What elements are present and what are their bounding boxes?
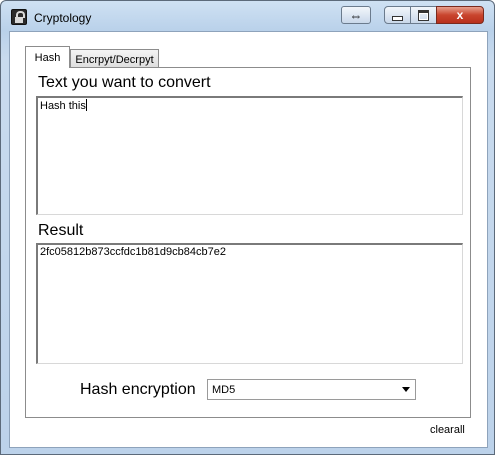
clearall-link[interactable]: clearall xyxy=(430,424,465,436)
hash-algorithm-label: Hash encryption xyxy=(80,381,196,398)
maximize-button[interactable] xyxy=(410,6,437,24)
minimize-icon xyxy=(385,7,410,23)
hash-tab-page: Text you want to convert Hash this Resul… xyxy=(25,67,471,418)
minimize-button[interactable] xyxy=(384,6,411,24)
title-bar[interactable]: Cryptology ⇔ x xyxy=(1,1,494,31)
input-label: Text you want to convert xyxy=(38,74,211,91)
window-title: Cryptology xyxy=(34,11,92,25)
snap-button[interactable]: ⇔ xyxy=(341,6,371,24)
result-label: Result xyxy=(38,222,84,239)
tab-encrypt-decrypt[interactable]: Encrpyt/Decrpyt xyxy=(70,49,159,69)
app-window: Cryptology ⇔ x Hash Encrpyt/Decrpyt Text… xyxy=(0,0,495,455)
input-textbox[interactable]: Hash this xyxy=(36,96,463,215)
hash-algorithm-select[interactable]: MD5 xyxy=(207,379,416,400)
hash-algorithm-value: MD5 xyxy=(212,383,236,396)
snap-icon: ⇔ xyxy=(349,7,363,23)
text-caret xyxy=(85,99,87,111)
input-text: Hash this xyxy=(40,100,86,112)
result-textbox[interactable]: 2fc05812b873ccfdc1b81d9cb84cb7e2 xyxy=(36,243,463,364)
dropdown-arrow-icon xyxy=(402,387,410,392)
result-text: 2fc05812b873ccfdc1b81d9cb84cb7e2 xyxy=(40,246,226,258)
lock-icon xyxy=(11,9,27,25)
client-area: Hash Encrpyt/Decrpyt Text you want to co… xyxy=(9,31,488,448)
maximize-icon xyxy=(411,7,436,23)
close-button[interactable]: x xyxy=(436,6,484,24)
close-icon: x xyxy=(456,8,464,22)
tab-hash[interactable]: Hash xyxy=(25,46,70,68)
